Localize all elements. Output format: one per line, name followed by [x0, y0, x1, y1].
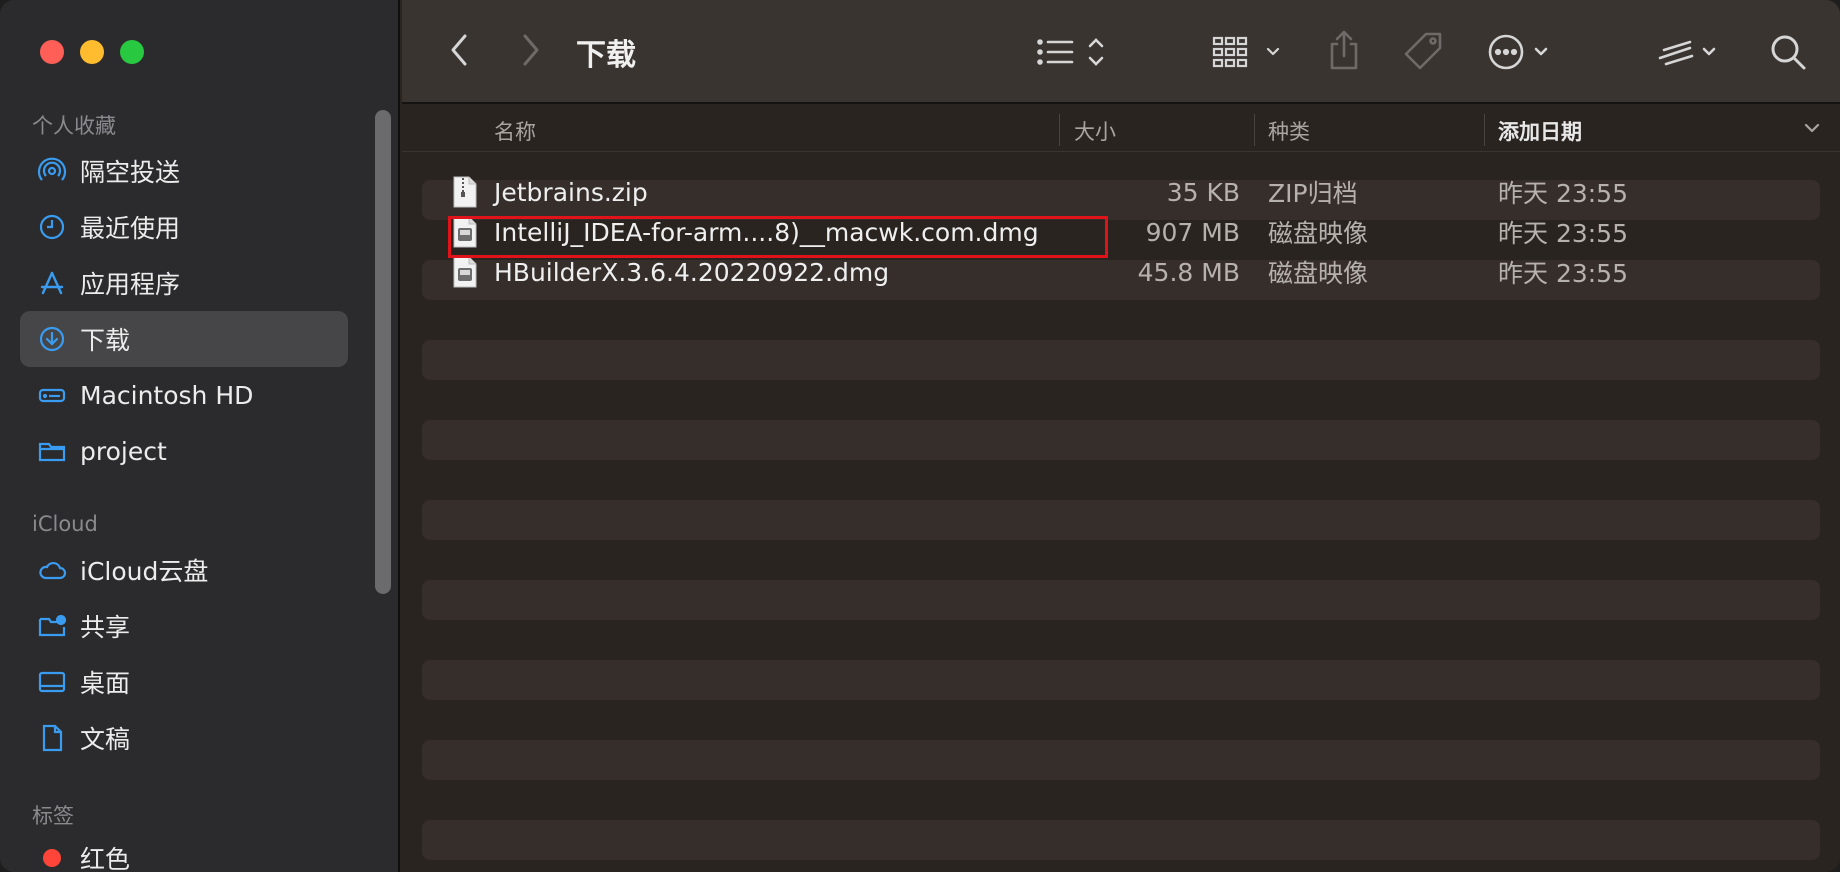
extension-button[interactable]	[1656, 30, 1728, 74]
ellipsis-circle-icon	[1486, 32, 1566, 72]
folder-icon	[36, 435, 68, 467]
column-header-size[interactable]: 大小	[1074, 116, 1116, 146]
file-size: 45.8 MB	[1137, 257, 1240, 287]
column-divider[interactable]	[1254, 114, 1255, 146]
back-button[interactable]	[440, 30, 480, 70]
document-icon	[36, 722, 68, 754]
share-button[interactable]	[1324, 26, 1364, 74]
chevron-right-icon	[518, 32, 542, 68]
share-icon	[1327, 28, 1361, 72]
hard-drive-icon	[36, 379, 68, 411]
shared-folder-icon	[36, 610, 68, 642]
sidebar-item-label: 隔空投送	[80, 158, 181, 187]
red-highlight-box	[448, 216, 1108, 258]
sidebar-item-label: iCloud云盘	[80, 557, 209, 586]
window-controls	[40, 40, 144, 64]
sidebar-item-label: Macintosh HD	[80, 380, 254, 410]
sidebar-item-airdrop[interactable]: 隔空投送	[20, 143, 348, 199]
file-row-hbuilderx-dmg[interactable]: HBuilderX.3.6.4.20220922.dmg 45.8 MB 磁盘映…	[402, 252, 1840, 292]
download-icon	[36, 323, 68, 355]
sidebar-item-tag-red[interactable]: 红色	[20, 830, 348, 872]
file-name: HBuilderX.3.6.4.20220922.dmg	[494, 257, 890, 287]
column-header-name[interactable]: 名称	[494, 116, 536, 146]
tags-header: 标签	[32, 804, 74, 828]
file-row-jetbrains-zip[interactable]: Jetbrains.zip 35 KB ZIP归档 昨天 23:55	[402, 172, 1840, 212]
search-icon	[1768, 32, 1808, 72]
file-date-added: 昨天 23:55	[1498, 259, 1628, 288]
red-tag-dot-icon	[36, 842, 68, 872]
column-divider[interactable]	[1484, 114, 1485, 146]
tag-button[interactable]	[1400, 28, 1448, 76]
sidebar-item-applications[interactable]: 应用程序	[20, 255, 348, 311]
file-date-added: 昨天 23:55	[1498, 179, 1628, 208]
file-size: 35 KB	[1166, 177, 1240, 207]
row-stripe	[422, 500, 1820, 540]
file-kind: 磁盘映像	[1268, 259, 1369, 288]
tag-icon	[1402, 30, 1446, 74]
search-button[interactable]	[1764, 28, 1812, 76]
sidebar-item-documents[interactable]: 文稿	[20, 710, 348, 766]
view-options-button[interactable]	[1034, 30, 1114, 74]
sidebar-item-label: 红色	[80, 845, 131, 872]
sidebar-item-desktop[interactable]: 桌面	[20, 654, 348, 710]
row-stripe	[422, 580, 1820, 620]
column-header-kind[interactable]: 种类	[1268, 116, 1310, 146]
sidebar-item-recents[interactable]: 最近使用	[20, 199, 348, 255]
clock-icon	[36, 211, 68, 243]
column-header-date-added[interactable]: 添加日期	[1498, 116, 1582, 146]
sidebar-item-downloads[interactable]: 下载	[20, 311, 348, 367]
sidebar-item-label: 共享	[80, 613, 131, 642]
sidebar-item-icloud-drive[interactable]: iCloud云盘	[20, 542, 348, 598]
sidebar-item-label: 应用程序	[80, 270, 181, 299]
sidebar-item-label: 最近使用	[80, 214, 181, 243]
sidebar-item-label: 桌面	[80, 669, 131, 698]
finder-window: 个人收藏 隔空投送 最近使用 应用程序 下载 Macintosh HD proj…	[0, 0, 1840, 872]
cloud-icon	[36, 554, 68, 586]
column-divider[interactable]	[1059, 114, 1060, 146]
column-header-bar: 名称 大小 种类 添加日期	[402, 106, 1840, 152]
applications-icon	[36, 267, 68, 299]
file-kind: 磁盘映像	[1268, 219, 1369, 248]
sidebar-item-label: 文稿	[80, 725, 131, 754]
file-name: Jetbrains.zip	[494, 177, 648, 207]
sidebar-item-project[interactable]: project	[20, 423, 348, 479]
row-stripe	[422, 660, 1820, 700]
zip-file-icon	[452, 176, 478, 208]
sidebar-scrollbar[interactable]	[375, 110, 391, 594]
favorites-header: 个人收藏	[32, 114, 116, 138]
row-stripe	[422, 820, 1820, 860]
file-size: 907 MB	[1145, 217, 1240, 247]
zoom-window-button[interactable]	[120, 40, 144, 64]
close-window-button[interactable]	[40, 40, 64, 64]
sidebar-item-label: 下载	[80, 326, 131, 355]
group-by-button[interactable]	[1212, 30, 1284, 74]
sidebar-item-shared[interactable]: 共享	[20, 598, 348, 654]
icloud-header: iCloud	[32, 512, 98, 536]
extension-icon	[1656, 32, 1728, 72]
row-stripe	[422, 740, 1820, 780]
more-actions-button[interactable]	[1486, 30, 1566, 74]
file-kind: ZIP归档	[1268, 179, 1358, 208]
chevron-left-icon	[448, 32, 472, 68]
row-stripe	[422, 420, 1820, 460]
airdrop-icon	[36, 155, 68, 187]
file-date-added: 昨天 23:55	[1498, 219, 1628, 248]
list-view-icon	[1034, 32, 1114, 72]
sidebar: 个人收藏 隔空投送 最近使用 应用程序 下载 Macintosh HD proj…	[0, 0, 400, 872]
chevron-down-icon	[1802, 118, 1822, 138]
sidebar-item-macintosh-hd[interactable]: Macintosh HD	[20, 367, 348, 423]
toolbar: 下载	[402, 0, 1840, 104]
sort-direction-toggle[interactable]	[1800, 116, 1824, 140]
window-title: 下载	[576, 38, 636, 73]
grid-group-icon	[1212, 32, 1284, 72]
sidebar-item-label: project	[80, 436, 167, 466]
minimize-window-button[interactable]	[80, 40, 104, 64]
disk-image-icon	[452, 256, 478, 288]
file-list: Jetbrains.zip 35 KB ZIP归档 昨天 23:55 Intel…	[402, 152, 1840, 872]
row-stripe	[422, 340, 1820, 380]
desktop-icon	[36, 666, 68, 698]
forward-button[interactable]	[510, 30, 550, 70]
